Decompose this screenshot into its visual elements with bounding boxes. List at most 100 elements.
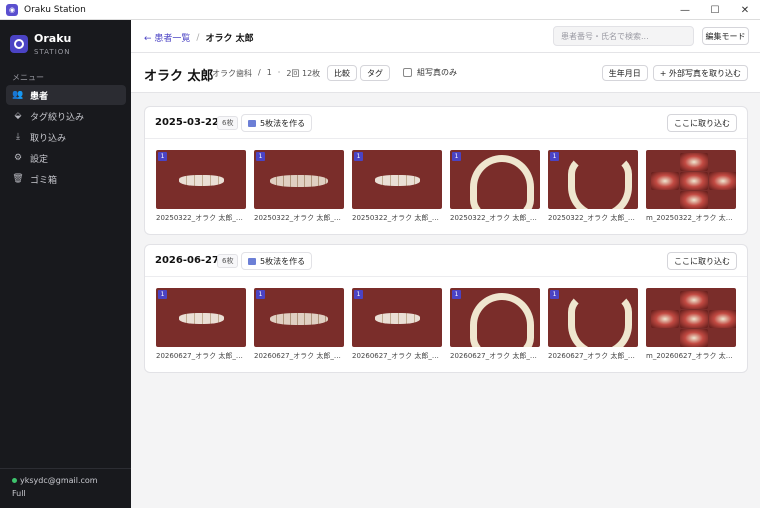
menu-header: メニュー [12, 73, 44, 82]
photo-filename: m_20250322_オラク 太郎_1... [646, 214, 736, 222]
photo-badge: 1 [550, 152, 559, 161]
top-bar: ← 患者一覧 / オラク 太郎 編集モード [131, 20, 760, 53]
photo-thumbnail[interactable]: 1 20260627_オラク 太郎_17... [352, 288, 442, 361]
session-card: 2026-06-27 6枚 5枚法を作る ここに取り込む 1 20260627_オラク 太… [144, 244, 748, 373]
compare-button[interactable]: 比較 [327, 65, 357, 81]
intraoral-photo[interactable]: 1 [548, 150, 638, 209]
montage-cell [680, 310, 708, 328]
sidebar-item-label: 患者 [30, 91, 49, 102]
photo-badge: 1 [354, 152, 363, 161]
sidebar-footer: yksydc@gmail.com Full [0, 468, 131, 508]
photo-thumbnail[interactable]: 1 20260627_オラク 太郎_17... [450, 288, 540, 361]
tag-button[interactable]: タグ [360, 65, 390, 81]
breadcrumb-current: オラク 太郎 [205, 34, 254, 44]
main-content: ← 患者一覧 / オラク 太郎 編集モード オラク 太郎 オラク歯科 / 1 ·… [131, 20, 760, 508]
photo-thumbnail[interactable]: 1 20260627_オラク 太郎_17... [548, 288, 638, 361]
photo-filename: 20250322_オラク 太郎_13... [450, 214, 540, 222]
close-button[interactable]: ✕ [730, 0, 760, 20]
create-five-photo-button[interactable]: 5枚法を作る [241, 252, 313, 270]
intraoral-photo[interactable]: 1 [450, 288, 540, 347]
photo-thumbnail[interactable]: m_20260627_オラク 太郎_1... [646, 288, 736, 361]
birthday-button[interactable]: 生年月日 [601, 65, 648, 81]
sidebar-item-trash[interactable]: 🗑 ゴミ箱 [6, 169, 126, 189]
photo-count-badge: 6枚 [217, 254, 239, 268]
edit-mode-button[interactable]: 編集モード [702, 27, 749, 45]
sidebar-menu: 👥 患者 ⬙ タグ絞り込み ⤓ 取り込み ⚙ 設定 🗑 ゴミ箱 [6, 85, 126, 190]
back-to-patient-list-link[interactable]: ← 患者一覧 [144, 31, 190, 44]
photo-badge: 1 [256, 290, 265, 299]
patient-header: オラク 太郎 オラク歯科 / 1 · 2回 12枚 比較 タグ 組写真のみ 生年… [131, 53, 760, 93]
session-date: 2025-03-22 [155, 117, 219, 128]
intraoral-photo[interactable]: 1 [254, 150, 344, 209]
photo-thumbnail[interactable]: 1 20250322_オラク 太郎_13... [156, 150, 246, 223]
user-email: yksydc@gmail.com [20, 476, 98, 485]
intraoral-photo[interactable]: 1 [450, 150, 540, 209]
import-external-photos-button[interactable]: + 外部写真を取り込む [652, 65, 748, 81]
intraoral-photo[interactable]: 1 [156, 150, 246, 209]
photo-thumbnail[interactable]: 1 20250322_オラク 太郎_13... [254, 150, 344, 223]
import-here-button[interactable]: ここに取り込む [667, 252, 737, 270]
photo-filename: 20250322_オラク 太郎_13... [156, 214, 246, 222]
photo-filename: 20260627_オラク 太郎_17... [156, 352, 246, 360]
sidebar-item-settings[interactable]: ⚙ 設定 [6, 148, 126, 168]
search-input[interactable] [553, 26, 694, 46]
sidebar-item-download[interactable]: ⤓ 取り込み [6, 127, 126, 147]
montage-cell [709, 172, 736, 190]
create-five-photo-label: 5枚法を作る [260, 256, 306, 266]
photo-thumbnail[interactable]: m_20250322_オラク 太郎_1... [646, 150, 736, 223]
intraoral-photo[interactable]: 1 [156, 288, 246, 347]
photo-badge: 1 [452, 290, 461, 299]
breadcrumb-separator: / [196, 32, 200, 43]
visit-summary: 2回 12枚 [286, 69, 321, 78]
brand[interactable]: Oraku STATION [10, 32, 71, 56]
photo-badge: 1 [354, 290, 363, 299]
montage-cell [680, 153, 708, 171]
user-account[interactable]: yksydc@gmail.com [12, 476, 98, 485]
intraoral-photo[interactable] [646, 150, 736, 209]
checkbox-label: 組写真のみ [417, 68, 457, 77]
photo-thumbnail[interactable]: 1 20260627_オラク 太郎_17... [156, 288, 246, 361]
patient-name: オラク 太郎 [144, 69, 214, 84]
meta-separator: · [277, 68, 281, 77]
window-titlebar: ◉ Oraku Station — ☐ ✕ [0, 0, 760, 20]
sidebar-item-label: タグ絞り込み [30, 112, 85, 123]
montage-cell [680, 291, 708, 309]
clinic-name: オラク歯科 [212, 69, 252, 78]
create-five-photo-label: 5枚法を作る [260, 118, 306, 128]
photo-thumbnail[interactable]: 1 20250322_オラク 太郎_13... [352, 150, 442, 223]
intraoral-photo[interactable] [646, 288, 736, 347]
meta-separator: / [258, 68, 261, 77]
photo-filename: 20250322_オラク 太郎_13... [548, 214, 638, 222]
breadcrumb: ← 患者一覧 / オラク 太郎 [144, 31, 254, 45]
intraoral-photo[interactable]: 1 [254, 288, 344, 347]
photo-filename: 20260627_オラク 太郎_17... [548, 352, 638, 360]
montage-cell [709, 310, 736, 328]
photo-badge: 1 [550, 290, 559, 299]
checkbox-box[interactable] [403, 68, 412, 77]
montage-cell [680, 191, 708, 209]
minimize-button[interactable]: — [670, 0, 700, 20]
sidebar-item-label: 取り込み [30, 133, 67, 144]
intraoral-photo[interactable]: 1 [548, 288, 638, 347]
photo-thumbnail[interactable]: 1 20250322_オラク 太郎_13... [548, 150, 638, 223]
photo-grid: 1 20250322_オラク 太郎_13... 1 20250322_オラク 太郎_1… [156, 150, 736, 223]
sidebar-item-patients[interactable]: 👥 患者 [6, 85, 126, 105]
intraoral-photo[interactable]: 1 [352, 150, 442, 209]
patient-actions: 生年月日 + 外部写真を取り込む [601, 65, 748, 81]
logo-icon [10, 35, 28, 53]
photo-thumbnail[interactable]: 1 20260627_オラク 太郎_17... [254, 288, 344, 361]
set-photos-only-checkbox[interactable]: 組写真のみ [403, 67, 457, 78]
sidebar-item-tag[interactable]: ⬙ タグ絞り込み [6, 106, 126, 126]
brand-subtitle: STATION [34, 48, 71, 56]
create-five-photo-button[interactable]: 5枚法を作る [241, 114, 313, 132]
photo-thumbnail[interactable]: 1 20250322_オラク 太郎_13... [450, 150, 540, 223]
montage-cell [651, 310, 679, 328]
intraoral-photo[interactable]: 1 [352, 288, 442, 347]
photo-grid: 1 20260627_オラク 太郎_17... 1 20260627_オラク 太郎_1… [156, 288, 736, 361]
montage-cell [680, 172, 708, 190]
import-here-button[interactable]: ここに取り込む [667, 114, 737, 132]
maximize-button[interactable]: ☐ [700, 0, 730, 20]
download-icon: ⤓ [16, 132, 20, 142]
photo-filename: 20260627_オラク 太郎_17... [254, 352, 344, 360]
tag-icon: ⬙ [14, 111, 22, 121]
